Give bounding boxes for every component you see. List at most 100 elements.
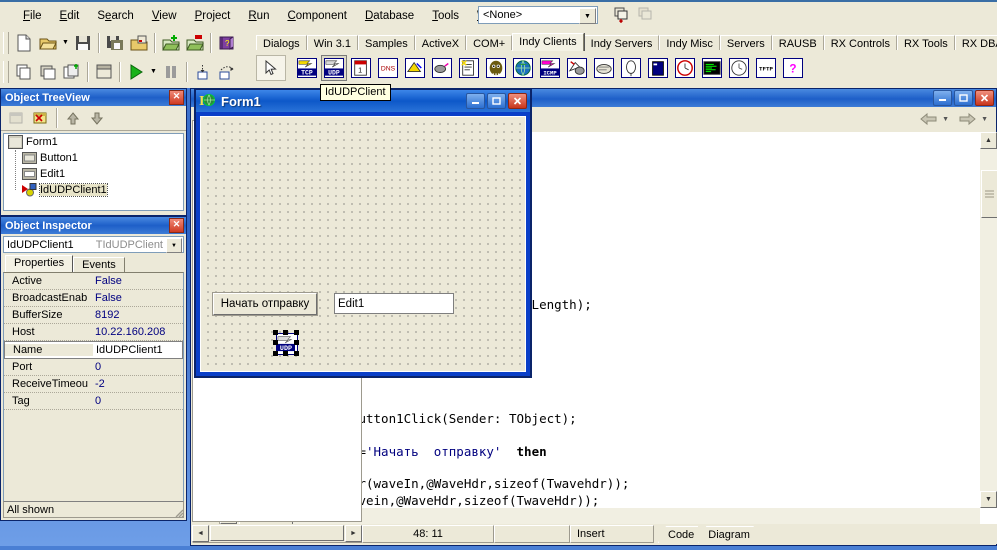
selection-handle[interactable] (294, 340, 299, 345)
form-maximize-button[interactable] (487, 93, 506, 109)
menu-view[interactable]: View (143, 7, 186, 25)
property-value[interactable]: False (92, 275, 183, 287)
menu-run[interactable]: Run (239, 7, 278, 25)
form-client-area[interactable]: Начать отправку Edit1 UDP (200, 116, 526, 372)
property-row-broadcastenab[interactable]: BroadcastEnab False (4, 290, 183, 307)
form-close-button[interactable] (508, 93, 527, 109)
new-form-icon[interactable] (92, 60, 116, 83)
selection-handle[interactable] (273, 330, 278, 335)
scroll-left-button[interactable]: ◄ (192, 524, 209, 542)
tree-node-button1[interactable]: Button1 (4, 150, 183, 166)
editor-vertical-scrollbar[interactable]: ▲ ▼ (979, 132, 997, 508)
scroll-down-button[interactable]: ▼ (980, 491, 997, 508)
toggle-form-unit-icon[interactable] (60, 60, 84, 83)
open-dropdown-icon[interactable]: ▼ (60, 31, 71, 54)
back-arrow-icon[interactable]: ▼ (920, 112, 949, 126)
view-unit-icon[interactable] (12, 60, 36, 83)
back-dropdown-icon[interactable]: ▼ (942, 116, 949, 123)
left-scroll-track[interactable] (210, 525, 344, 541)
property-row-buffersize[interactable]: BufferSize 8192 (4, 307, 183, 324)
view-form-icon[interactable] (36, 60, 60, 83)
new-file-icon[interactable] (12, 31, 36, 54)
resize-grip-icon[interactable] (172, 506, 184, 518)
close-icon[interactable]: ✕ (169, 218, 184, 233)
form-minimize-button[interactable] (466, 93, 485, 109)
palette-tab-activex[interactable]: ActiveX (414, 35, 467, 50)
palette-iddns-resolver-icon[interactable]: DNS (375, 55, 401, 81)
desktop-settings-icon[interactable] (636, 6, 655, 24)
delete-item-icon[interactable] (29, 107, 53, 130)
tab-events[interactable]: Events (73, 257, 125, 272)
property-row-tag[interactable]: Tag 0 (4, 393, 183, 410)
property-value[interactable]: False (92, 292, 183, 304)
palette-idtftp-icon[interactable]: TFTP (753, 55, 779, 81)
object-selector-combo[interactable]: IdUDPClient1 TIdUDPClient ▼ (3, 236, 184, 253)
palette-idident-icon[interactable] (564, 55, 590, 81)
tab-code[interactable]: Code (658, 526, 699, 543)
property-value[interactable]: 8192 (92, 309, 183, 321)
menu-database[interactable]: Database (356, 7, 423, 25)
selection-handle[interactable] (273, 340, 278, 345)
toolbar-grip[interactable] (3, 60, 9, 83)
palette-tab-indy-clients[interactable]: Indy Clients (512, 33, 584, 51)
palette-idwhois-icon[interactable] (726, 55, 752, 81)
palette-idtime-icon[interactable] (672, 55, 698, 81)
move-down-icon[interactable] (85, 107, 109, 130)
form-edit-Edit1[interactable]: Edit1 (334, 293, 454, 314)
left-document-hscrollbar[interactable]: ◄ ► (192, 524, 362, 542)
tree-node-edit1[interactable]: Edit1 (4, 166, 183, 182)
menu-file[interactable]: File (14, 7, 51, 25)
save-icon[interactable] (71, 31, 95, 54)
palette-tab-rx-controls[interactable]: RX Controls (823, 35, 897, 50)
form-button-Button1[interactable]: Начать отправку (212, 292, 318, 316)
object-inspector-titlebar[interactable]: Object Inspector ✕ (1, 217, 186, 234)
selection-handle[interactable] (283, 351, 288, 356)
property-value[interactable]: 0 (92, 361, 183, 373)
tree-node-idudpclient1[interactable]: IdUDPClient1 (4, 182, 183, 198)
menu-edit[interactable]: Edit (51, 7, 89, 25)
property-value[interactable]: IdUDPClient1 (93, 344, 182, 356)
toolbar-grip[interactable] (3, 31, 9, 54)
palette-idpop3-icon[interactable] (645, 55, 671, 81)
property-row-receivetimeou[interactable]: ReceiveTimeou -2 (4, 376, 183, 393)
palette-tab-samples[interactable]: Samples (357, 35, 415, 50)
palette-idfinger-icon[interactable] (429, 55, 455, 81)
chevron-down-icon[interactable]: ▼ (579, 8, 596, 24)
minimize-button[interactable] (933, 90, 952, 106)
close-icon[interactable]: ✕ (169, 90, 184, 105)
palette-tab-indy-servers[interactable]: Indy Servers (583, 35, 660, 50)
palette-tab-rx-dbaware[interactable]: RX DBAware (954, 35, 997, 50)
form-designer-window[interactable]: I Form1 Начать отправку Edit1 UDP (194, 88, 532, 378)
palette-idicmpclient-icon[interactable]: ICMP (537, 55, 563, 81)
palette-idtcpclient-icon[interactable]: TCP (294, 55, 320, 81)
save-all-icon[interactable] (103, 31, 127, 54)
menu-component[interactable]: Component (278, 7, 355, 25)
pause-icon[interactable] (159, 60, 183, 83)
palette-idudpclient-icon[interactable]: UDP (321, 55, 347, 81)
property-row-active[interactable]: Active False (4, 273, 183, 290)
step-over-icon[interactable] (215, 60, 239, 83)
palette-tab-dialogs[interactable]: Dialogs (256, 35, 307, 50)
project-combo[interactable]: <None> ▼ (478, 6, 598, 24)
save-desktop-icon[interactable] (612, 6, 631, 24)
property-value[interactable]: 10.22.160.208 (92, 326, 183, 338)
menu-project[interactable]: Project (186, 7, 240, 25)
selection-handle[interactable] (294, 330, 299, 335)
help-icon[interactable]: ? (215, 31, 239, 54)
property-value[interactable]: 0 (92, 395, 183, 407)
selection-handle[interactable] (294, 351, 299, 356)
scroll-up-button[interactable]: ▲ (980, 132, 997, 149)
property-row-host[interactable]: Host 10.22.160.208 (4, 324, 183, 341)
open-project-icon[interactable] (127, 31, 151, 54)
close-button[interactable] (975, 90, 994, 106)
open-file-icon[interactable] (36, 31, 60, 54)
property-value[interactable]: -2 (92, 378, 183, 390)
run-icon[interactable] (124, 60, 148, 83)
move-up-icon[interactable] (61, 107, 85, 130)
palette-tab-indy-misc[interactable]: Indy Misc (659, 35, 720, 50)
remove-from-project-icon[interactable] (183, 31, 207, 54)
palette-tab-win-3-1[interactable]: Win 3.1 (306, 35, 358, 50)
scroll-right-button[interactable]: ► (345, 524, 362, 542)
palette-tab-rausb[interactable]: RAUSB (771, 35, 824, 50)
palette-idtelnet-icon[interactable] (699, 55, 725, 81)
